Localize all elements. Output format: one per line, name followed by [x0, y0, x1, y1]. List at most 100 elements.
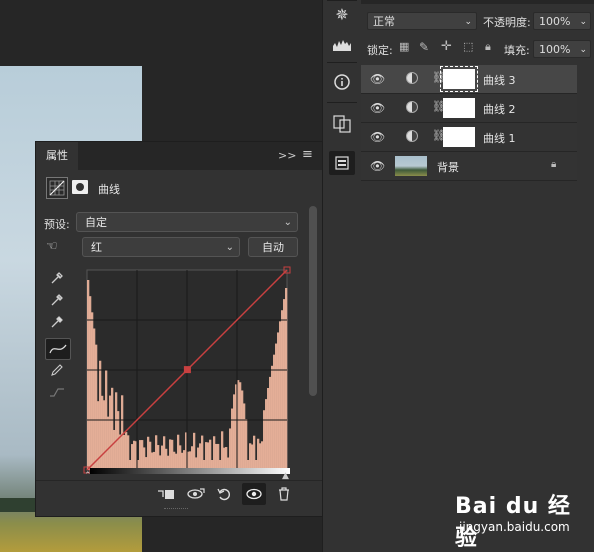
lock-position-icon[interactable]: ✛ — [441, 39, 452, 54]
preset-select[interactable]: 自定 ⌄ — [76, 212, 298, 232]
histogram-bar — [217, 443, 220, 470]
histogram-bar — [95, 344, 98, 470]
adjustment-title: 曲线 — [98, 183, 120, 196]
histogram-bar — [221, 431, 224, 470]
eye-icon[interactable]: 👁︎ — [370, 101, 385, 115]
histogram-bar — [279, 321, 282, 470]
layer-row-curves-2[interactable]: 👁︎ ⛓︎ 曲线 2 — [361, 94, 577, 123]
histogram-bar — [253, 435, 256, 470]
fill-label: 填充: — [504, 44, 530, 57]
libraries-icon[interactable] — [329, 112, 355, 136]
reset-icon[interactable] — [212, 483, 236, 505]
curve-point — [183, 366, 191, 374]
collapse-button[interactable]: >> — [278, 149, 296, 162]
histogram-bar — [259, 443, 262, 470]
histogram-bar — [223, 447, 226, 470]
histogram-icon[interactable] — [329, 32, 355, 56]
histogram-bar — [101, 395, 104, 470]
chevron-down-icon: ⌄ — [579, 45, 587, 55]
layer-mask-thumbnail[interactable] — [443, 127, 475, 147]
histogram-bar — [121, 395, 124, 470]
opacity-input[interactable]: 100% ⌄ — [533, 12, 591, 30]
layer-name: 曲线 1 — [483, 132, 516, 145]
histogram-bar — [155, 435, 158, 470]
curves-adjustment-icon — [406, 130, 418, 142]
histogram-bar — [111, 387, 114, 470]
histogram-bar — [163, 436, 166, 470]
layer-mask-thumbnail[interactable] — [443, 98, 475, 118]
channel-select[interactable]: 红 ⌄ — [82, 237, 240, 257]
histogram-bar — [89, 296, 92, 470]
panel-scrollbar[interactable] — [309, 206, 317, 396]
preset-value: 自定 — [85, 216, 107, 229]
histogram-bar — [209, 439, 212, 470]
lock-artboard-icon[interactable]: ⬚ — [463, 40, 473, 53]
panel-menu-icon[interactable]: ≡ — [302, 147, 313, 162]
layer-row-curves-1[interactable]: 👁︎ ⛓︎ 曲线 1 — [361, 123, 577, 152]
black-point-eyedropper-icon[interactable] — [46, 268, 68, 288]
histogram-bar — [141, 440, 144, 470]
input-gradient-bar — [90, 468, 290, 474]
histogram-bar — [245, 419, 248, 470]
toggle-visibility-icon[interactable] — [242, 483, 266, 505]
properties-panel-icon[interactable] — [329, 151, 355, 175]
target-adjustment-hand-icon[interactable]: ☜ — [46, 239, 58, 254]
layer-row-curves-3[interactable]: 👁︎ ⛓︎ 曲线 3 — [361, 65, 577, 94]
histogram-bar — [133, 440, 136, 470]
histogram-bar — [265, 399, 268, 470]
histogram-bar — [243, 403, 246, 470]
mask-icon[interactable] — [72, 180, 88, 194]
curve-point-tool-icon[interactable] — [45, 338, 71, 360]
blend-mode-select[interactable]: 正常 ⌄ — [367, 12, 477, 30]
histogram-bar — [139, 440, 142, 470]
trash-icon[interactable] — [272, 483, 296, 505]
eye-icon[interactable]: 👁︎ — [370, 159, 385, 173]
histogram-bar — [285, 288, 288, 470]
layer-row-background[interactable]: 👁︎ 背景 🔒︎ — [361, 152, 577, 181]
histogram-bar — [119, 434, 122, 470]
eye-icon[interactable]: 👁︎ — [370, 72, 385, 86]
histogram-bar — [271, 365, 274, 470]
histogram-bar — [193, 432, 196, 470]
clip-to-layer-icon[interactable] — [154, 483, 178, 505]
curves-graph[interactable] — [83, 266, 291, 474]
layer-name: 曲线 3 — [483, 74, 516, 87]
eye-icon[interactable]: 👁︎ — [370, 130, 385, 144]
histogram-bar — [199, 443, 202, 470]
histogram-bar — [131, 444, 134, 470]
auto-button[interactable]: 自动 — [248, 237, 298, 257]
histogram-bar — [275, 343, 278, 470]
view-previous-state-icon[interactable] — [184, 483, 208, 505]
lock-all-icon[interactable]: 🔒︎ — [485, 40, 491, 54]
navigator-icon[interactable]: ✵ — [329, 2, 355, 26]
tab-properties[interactable]: 属性 — [36, 142, 78, 170]
opacity-label: 不透明度: — [483, 16, 531, 29]
histogram-bar — [171, 439, 174, 470]
lock-pixels-icon[interactable]: ✎ — [419, 40, 429, 54]
layer-mask-thumbnail[interactable] — [440, 66, 478, 92]
histogram-bar — [283, 299, 286, 470]
histogram-bar — [87, 280, 90, 470]
lock-label: 锁定: — [367, 44, 393, 57]
resize-grip[interactable] — [164, 508, 188, 512]
histogram-bar — [165, 448, 168, 470]
pencil-icon[interactable] — [46, 360, 68, 380]
separator — [327, 102, 357, 103]
lock-transparency-icon[interactable]: ▦ — [399, 40, 409, 53]
fill-input[interactable]: 100% ⌄ — [533, 40, 591, 58]
properties-panel: 属性 >> ≡ 曲线 预设: 自定 ⌄ ☜ 红 ⌄ 自动 ⌃ ▲ — [35, 141, 323, 517]
histogram-bar — [231, 408, 234, 470]
histogram-bar — [269, 376, 272, 470]
histogram-bar — [239, 382, 242, 470]
chevron-down-icon: ⌄ — [579, 17, 587, 27]
channel-value: 红 — [91, 241, 102, 254]
white-point-eyedropper-icon[interactable] — [46, 312, 68, 332]
separator — [327, 0, 357, 1]
gray-point-eyedropper-icon[interactable] — [46, 290, 68, 310]
smooth-curve-icon[interactable] — [46, 382, 68, 402]
histogram-bar — [233, 394, 236, 470]
baidu-watermark: Bai du 经验 jingyan.baidu.com — [455, 488, 585, 551]
histogram-bar — [115, 392, 118, 470]
info-icon[interactable] — [329, 70, 355, 94]
separator — [327, 62, 357, 63]
